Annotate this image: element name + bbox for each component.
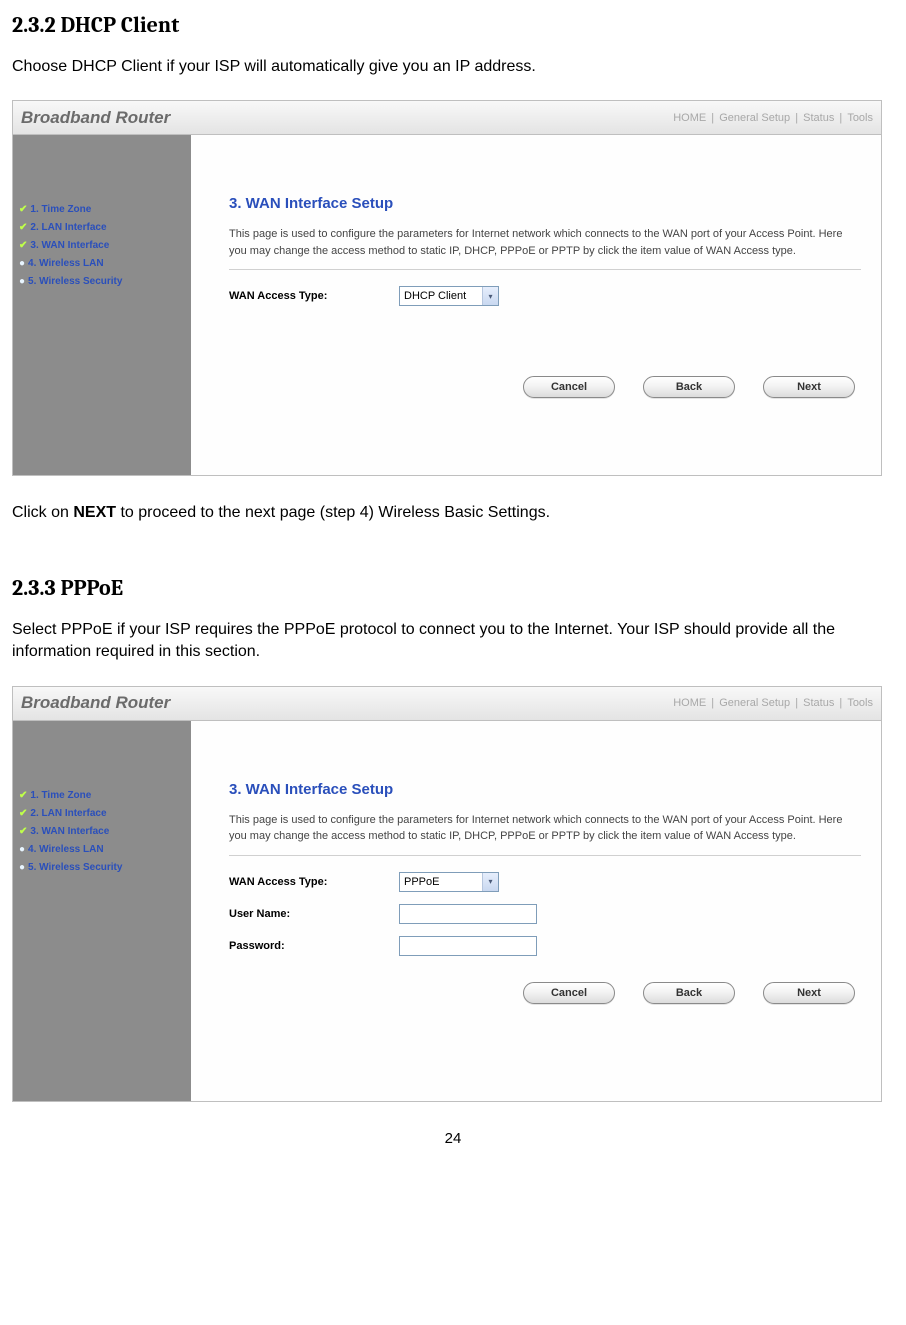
button-row: Cancel Back Next: [229, 982, 861, 1004]
check-icon: ✔: [19, 201, 27, 219]
paragraph-pppoe-intro: Select PPPoE if your ISP requires the PP…: [12, 619, 894, 664]
wizard-sidebar: ✔1. Time Zone ✔2. LAN Interface ✔3. WAN …: [13, 721, 191, 1101]
bullet-icon: ●: [19, 841, 25, 859]
nav-tools[interactable]: Tools: [847, 697, 873, 709]
row-username: User Name:: [229, 904, 861, 924]
bullet-icon: ●: [19, 273, 25, 291]
divider: [229, 269, 861, 270]
main-panel: 3. WAN Interface Setup This page is used…: [191, 135, 881, 475]
sidebar-item-wan[interactable]: ✔3. WAN Interface: [19, 237, 185, 255]
button-row: Cancel Back Next: [229, 376, 861, 398]
sidebar-item-security[interactable]: ●5. Wireless Security: [19, 859, 185, 877]
paragraph-dhcp-intro: Choose DHCP Client if your ISP will auto…: [12, 56, 894, 78]
chevron-down-icon: ▾: [482, 287, 498, 305]
row-password: Password:: [229, 936, 861, 956]
panel-title: 3. WAN Interface Setup: [229, 195, 861, 212]
section-heading-dhcp: 2.3.2 DHCP Client: [12, 12, 894, 38]
row-wan-access: WAN Access Type: DHCP Client ▾: [229, 286, 861, 306]
back-button[interactable]: Back: [643, 376, 735, 398]
nav-general[interactable]: General Setup: [719, 112, 790, 124]
label-wan-access: WAN Access Type:: [229, 876, 399, 888]
panel-title: 3. WAN Interface Setup: [229, 781, 861, 798]
select-value: PPPoE: [404, 876, 439, 888]
bullet-icon: ●: [19, 255, 25, 273]
sidebar-item-wlan[interactable]: ●4. Wireless LAN: [19, 255, 185, 273]
back-button[interactable]: Back: [643, 982, 735, 1004]
nav-status[interactable]: Status: [803, 697, 834, 709]
sidebar-item-lan[interactable]: ✔2. LAN Interface: [19, 219, 185, 237]
next-button[interactable]: Next: [763, 376, 855, 398]
router-header: Broadband Router HOME | General Setup | …: [13, 101, 881, 135]
nav-status[interactable]: Status: [803, 112, 834, 124]
section-heading-pppoe: 2.3.3 PPPoE: [12, 575, 894, 601]
check-icon: ✔: [19, 787, 27, 805]
nav-tools[interactable]: Tools: [847, 112, 873, 124]
router-screenshot-dhcp: Broadband Router HOME | General Setup | …: [12, 100, 882, 476]
row-wan-access: WAN Access Type: PPPoE ▾: [229, 872, 861, 892]
sidebar-item-wlan[interactable]: ●4. Wireless LAN: [19, 841, 185, 859]
sidebar-item-lan[interactable]: ✔2. LAN Interface: [19, 805, 185, 823]
nav-links: HOME | General Setup | Status | Tools: [671, 697, 875, 709]
check-icon: ✔: [19, 823, 27, 841]
main-panel: 3. WAN Interface Setup This page is used…: [191, 721, 881, 1101]
panel-description: This page is used to configure the param…: [229, 812, 861, 845]
router-screenshot-pppoe: Broadband Router HOME | General Setup | …: [12, 686, 882, 1102]
nav-home[interactable]: HOME: [673, 112, 706, 124]
cancel-button[interactable]: Cancel: [523, 376, 615, 398]
nav-general[interactable]: General Setup: [719, 697, 790, 709]
panel-description: This page is used to configure the param…: [229, 226, 861, 259]
select-value: DHCP Client: [404, 290, 466, 302]
label-password: Password:: [229, 940, 399, 952]
check-icon: ✔: [19, 219, 27, 237]
chevron-down-icon: ▾: [482, 873, 498, 891]
select-wan-access[interactable]: DHCP Client ▾: [399, 286, 499, 306]
router-brand: Broadband Router: [21, 108, 170, 128]
bullet-icon: ●: [19, 859, 25, 877]
page-number: 24: [12, 1130, 894, 1147]
nav-links: HOME | General Setup | Status | Tools: [671, 112, 875, 124]
check-icon: ✔: [19, 237, 27, 255]
select-wan-access[interactable]: PPPoE ▾: [399, 872, 499, 892]
check-icon: ✔: [19, 805, 27, 823]
divider: [229, 855, 861, 856]
sidebar-item-timezone[interactable]: ✔1. Time Zone: [19, 201, 185, 219]
sidebar-item-security[interactable]: ●5. Wireless Security: [19, 273, 185, 291]
label-username: User Name:: [229, 908, 399, 920]
wizard-sidebar: ✔1. Time Zone ✔2. LAN Interface ✔3. WAN …: [13, 135, 191, 475]
sidebar-item-timezone[interactable]: ✔1. Time Zone: [19, 787, 185, 805]
next-button[interactable]: Next: [763, 982, 855, 1004]
paragraph-next-instruction: Click on NEXT to proceed to the next pag…: [12, 502, 894, 524]
sidebar-item-wan[interactable]: ✔3. WAN Interface: [19, 823, 185, 841]
label-wan-access: WAN Access Type:: [229, 290, 399, 302]
router-brand: Broadband Router: [21, 693, 170, 713]
username-input[interactable]: [399, 904, 537, 924]
nav-home[interactable]: HOME: [673, 697, 706, 709]
password-input[interactable]: [399, 936, 537, 956]
router-header: Broadband Router HOME | General Setup | …: [13, 687, 881, 721]
cancel-button[interactable]: Cancel: [523, 982, 615, 1004]
